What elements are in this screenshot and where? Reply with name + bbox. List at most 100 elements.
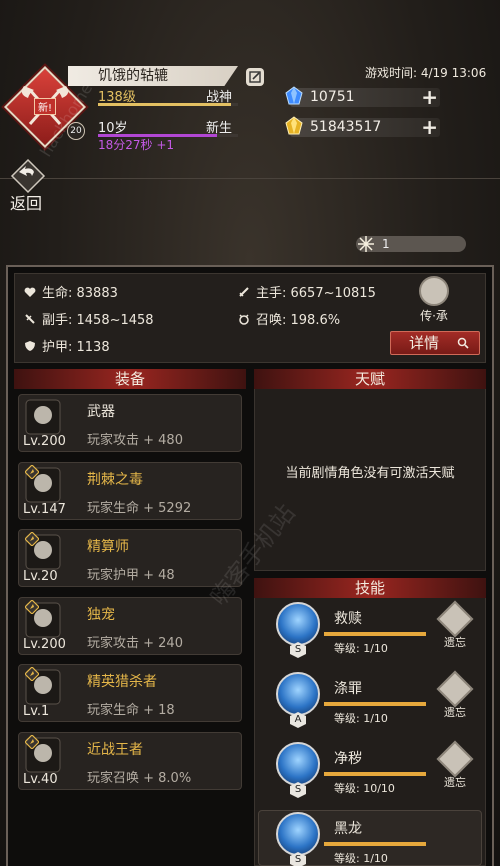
equipment-card[interactable]: Lv.1 精英猎杀者 玩家生命 + 18 (18, 664, 242, 722)
skill-name: 救赎 (334, 611, 362, 627)
equipment-level: Lv.20 (23, 569, 58, 584)
equipment-level: Lv.40 (23, 771, 58, 787)
stat-main-hand: 主手: 6657~10815 (238, 282, 376, 301)
skill-name: 黑龙 (334, 821, 362, 837)
stat-summon-label: 召唤: 198.6% (256, 313, 341, 328)
equipment-name: 独宠 (87, 606, 115, 623)
blue-gem-icon (285, 86, 303, 105)
gold-counter: 51843517 + (285, 116, 440, 137)
add-gold-button[interactable]: + (421, 117, 438, 137)
back-arrow-icon (10, 158, 46, 194)
skill-icon (276, 672, 320, 716)
equipment-card[interactable]: Lv.200 独宠 玩家攻击 + 240 (18, 596, 242, 655)
pencil-icon (249, 71, 261, 83)
skill-level: 等级: 1/10 (334, 712, 388, 725)
equipment-name: 精算师 (87, 539, 129, 555)
rank-ribbon-icon (25, 532, 39, 546)
equipment-bonus: 玩家生命 + 18 (87, 703, 175, 718)
equipment-level: Lv.200 (23, 636, 66, 652)
header-divider (0, 178, 500, 179)
energy-value: 1 (382, 237, 390, 251)
rank-ribbon-icon (25, 734, 39, 749)
person-icon (419, 276, 449, 306)
add-diamonds-button[interactable]: + (421, 87, 438, 107)
back-button[interactable]: 返回 (6, 158, 54, 214)
skill-level-bar (324, 702, 426, 706)
equipment-name: 武器 (87, 404, 115, 420)
equipment-name: 精英猎杀者 (87, 674, 157, 690)
equipment-bonus: 玩家护甲 + 48 (87, 568, 175, 583)
equipment-card[interactable]: Lv.40 近战王者 玩家召唤 + 8.0% (18, 731, 242, 790)
rank-ribbon-icon (25, 599, 39, 614)
stat-off-hand: 副手: 1458~1458 (24, 309, 154, 328)
equipment-name: 荆棘之毒 (87, 471, 143, 488)
equipment-bonus: 玩家生命 + 5292 (87, 500, 192, 516)
sparkle-icon (358, 236, 374, 252)
equipment-bonus: 玩家召唤 + 8.0% (87, 770, 192, 786)
equipment-name: 近战王者 (87, 741, 143, 758)
back-label: 返回 (10, 194, 43, 213)
game-time: 游戏时间: 4/19 13:06 (365, 66, 487, 80)
edit-name-button[interactable] (246, 68, 264, 86)
stat-summon: 召唤: 198.6% (238, 309, 340, 328)
forget-skill-button[interactable]: 遗忘 (436, 740, 474, 790)
diamond-value: 10751 (310, 89, 355, 105)
skill-name: 涤罪 (334, 681, 362, 697)
equipment-card[interactable]: Lv.200 武器 玩家攻击 + 480 (18, 394, 242, 452)
forget-heart-icon (436, 600, 474, 638)
equipment-level: Lv.147 (23, 501, 66, 517)
stat-off-hand-label: 副手: 1458~1458 (42, 313, 154, 328)
gold-gem-icon (285, 116, 303, 135)
skill-icon (276, 742, 320, 786)
equipment-bonus: 玩家攻击 + 480 (87, 433, 183, 448)
skill-level: 等级: 1/10 (334, 852, 388, 865)
skill-row[interactable]: S 黑龙 等级: 1/10 (262, 812, 486, 866)
rank-ribbon-icon (25, 667, 39, 681)
exp-bar (98, 103, 238, 106)
diamond-counter: 10751 + (285, 86, 440, 107)
stat-hp: 生命: 83883 (24, 282, 118, 301)
skill-level-bar (324, 632, 426, 636)
skill-row[interactable]: S 净秽 等级: 10/10 遗忘 (262, 740, 486, 812)
skill-level-bar (324, 842, 426, 846)
rank-ribbon-icon (25, 464, 39, 479)
skill-level: 等级: 1/10 (334, 642, 388, 655)
forget-skill-button[interactable]: 遗忘 (436, 600, 474, 650)
skill-row[interactable]: A 涤罪 等级: 1/10 遗忘 (262, 670, 486, 742)
equipment-bonus: 玩家攻击 + 240 (87, 635, 183, 651)
stat-armor-label: 护甲: 1138 (42, 340, 110, 355)
scythe-icon (25, 399, 61, 435)
stat-hp-label: 生命: 83883 (42, 286, 118, 301)
equipment-header: 装备 (14, 369, 246, 389)
forget-heart-icon (436, 740, 474, 778)
forget-skill-button[interactable]: 遗忘 (436, 670, 474, 720)
skill-row[interactable]: S 救赎 等级: 1/10 遗忘 (262, 600, 486, 672)
skill-level-bar (324, 772, 426, 776)
heart-icon (24, 287, 36, 297)
sword-icon (239, 286, 249, 297)
stat-armor: 护甲: 1138 (24, 336, 110, 355)
energy-counter: 1 (356, 236, 466, 252)
skill-icon (276, 812, 320, 856)
stat-main-hand-label: 主手: 6657~10815 (256, 286, 376, 301)
skill-header: 技能 (254, 578, 486, 598)
age-timer: 18分27秒 +1 (98, 138, 175, 152)
talent-message: 当前剧情角色没有可激活天赋 (285, 466, 455, 481)
talent-header: 天赋 (254, 369, 486, 389)
summon-icon (239, 313, 249, 325)
equipment-level: Lv.1 (23, 704, 50, 719)
inherit-button[interactable]: 传·承 (414, 276, 454, 323)
details-button[interactable]: 详情 (390, 331, 480, 355)
player-name: 饥饿的轱辘 (68, 66, 238, 86)
skill-name: 净秽 (334, 751, 362, 767)
equipment-card[interactable]: Lv.147 荆棘之毒 玩家生命 + 5292 (18, 461, 242, 520)
skill-level: 等级: 10/10 (334, 782, 395, 795)
new-badge: 新! (34, 98, 57, 115)
shield-icon (25, 340, 35, 351)
inherit-label: 传·承 (420, 309, 448, 323)
equipment-level: Lv.200 (23, 434, 66, 449)
gold-value: 51843517 (310, 119, 382, 135)
dagger-icon (25, 313, 35, 324)
search-icon (457, 337, 469, 349)
skill-icon (276, 602, 320, 646)
